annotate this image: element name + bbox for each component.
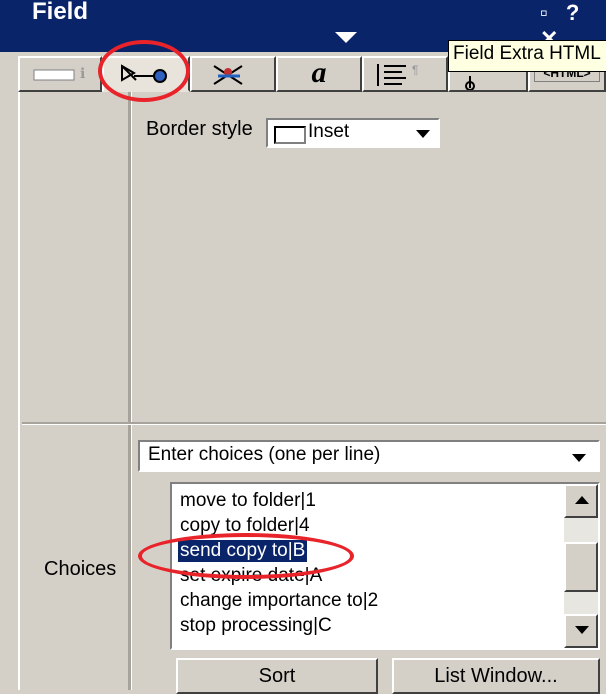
arrow-down-icon (575, 626, 589, 634)
window-title: Field (32, 0, 89, 25)
scroll-thumb[interactable] (564, 542, 598, 592)
chevron-down-icon (572, 454, 586, 462)
border-style-label: Border style (146, 118, 253, 140)
annotation-circle (138, 533, 354, 579)
panel-divider (128, 92, 131, 690)
svg-text:ℹ: ℹ (80, 65, 85, 81)
arrow-up-icon (575, 496, 589, 504)
sort-button[interactable]: Sort (176, 658, 378, 694)
tab-basics[interactable]: ℹ (18, 56, 102, 92)
annotation-circle (98, 40, 190, 102)
scroll-down-button[interactable] (564, 614, 598, 648)
paragraph-icon: ¶ (377, 63, 418, 86)
section-separator (22, 422, 606, 424)
chevron-down-icon (416, 130, 430, 138)
list-item[interactable]: stop processing|C (180, 615, 332, 637)
choices-source-value: Enter choices (one per line) (148, 444, 381, 465)
border-style-select[interactable]: Inset (266, 118, 440, 148)
scroll-up-button[interactable] (564, 484, 598, 518)
list-item[interactable]: change importance to|2 (180, 590, 378, 612)
choices-source-select[interactable]: Enter choices (one per line) (138, 440, 600, 472)
field-basics-icon: ℹ (33, 65, 85, 81)
tab-control[interactable] (190, 56, 276, 92)
tab-font[interactable]: a (276, 56, 362, 92)
choices-label: Choices (44, 558, 117, 580)
svg-text:¶: ¶ (412, 63, 418, 77)
tab-paragraph[interactable]: ¶ (362, 56, 448, 92)
list-scrollbar[interactable] (564, 484, 598, 648)
inset-swatch-icon (274, 126, 306, 144)
font-icon: a (311, 56, 327, 89)
control-icon (213, 65, 243, 85)
list-window-button[interactable]: List Window... (392, 658, 600, 694)
tab-tooltip: Field Extra HTML (448, 40, 606, 72)
border-style-value: Inset (308, 121, 350, 142)
list-item[interactable]: move to folder|1 (180, 490, 316, 512)
title-dropdown-arrow-icon[interactable] (335, 32, 357, 43)
panel-left-edge (18, 92, 20, 690)
